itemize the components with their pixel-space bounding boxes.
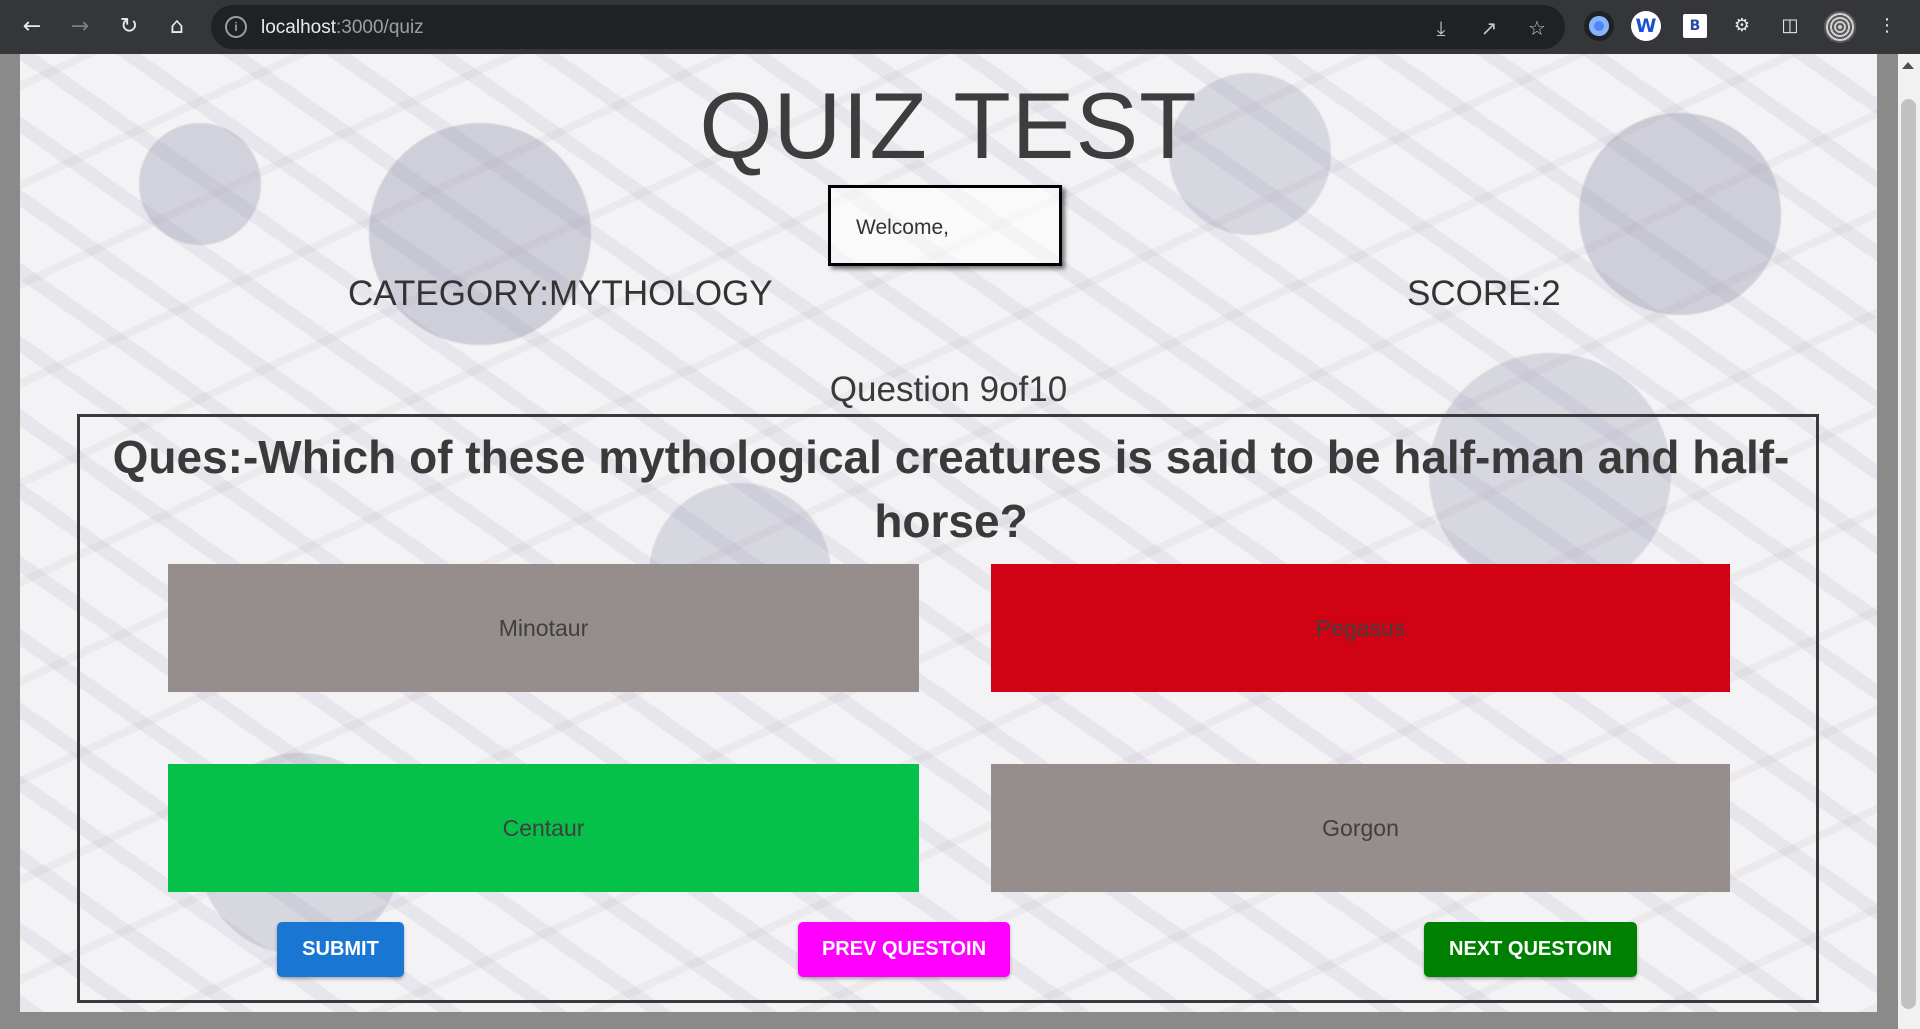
share-icon[interactable]: ↗ bbox=[1476, 15, 1502, 41]
prev-question-button[interactable]: PREV QUESTOIN bbox=[798, 922, 1010, 977]
extensions-puzzle-icon[interactable]: ⚙ bbox=[1727, 11, 1757, 41]
more-menu-icon[interactable]: ⋮ bbox=[1872, 11, 1902, 41]
url-host: localhost bbox=[261, 17, 336, 38]
url-text[interactable]: localhost:3000/quiz bbox=[261, 17, 424, 39]
scroll-up-arrow-icon[interactable] bbox=[1902, 62, 1914, 69]
profile-avatar[interactable] bbox=[1824, 11, 1856, 43]
scrollbar-thumb[interactable] bbox=[1901, 99, 1916, 1009]
welcome-text: Welcome, bbox=[856, 216, 949, 239]
option-centaur[interactable]: Centaur bbox=[168, 764, 919, 892]
quiz-page: QUIZ TEST Welcome, CATEGORY:MYTHOLOGY SC… bbox=[20, 54, 1877, 1012]
score-label: SCORE:2 bbox=[1407, 274, 1561, 313]
install-app-icon[interactable]: ⤓ bbox=[1428, 15, 1454, 41]
address-bar[interactable]: i localhost:3000/quiz ⤓ ↗ ☆ bbox=[211, 5, 1565, 49]
reload-icon[interactable]: ↻ bbox=[112, 10, 146, 44]
extension-b-icon[interactable]: B bbox=[1683, 14, 1707, 38]
home-icon[interactable]: ⌂ bbox=[160, 10, 194, 44]
bookmark-star-icon[interactable]: ☆ bbox=[1524, 15, 1550, 41]
back-arrow-icon[interactable]: ← bbox=[15, 10, 49, 44]
category-label: CATEGORY:MYTHOLOGY bbox=[348, 274, 773, 313]
page-frame: QUIZ TEST Welcome, CATEGORY:MYTHOLOGY SC… bbox=[0, 54, 1920, 1029]
question-counter: Question 9of10 bbox=[829, 370, 1068, 409]
option-pegasus[interactable]: Pegasus bbox=[991, 564, 1730, 692]
welcome-box: Welcome, bbox=[828, 185, 1062, 266]
extension-circle-icon[interactable] bbox=[1584, 11, 1614, 41]
browser-toolbar: ← → ↻ ⌂ i localhost:3000/quiz ⤓ ↗ ☆ W B … bbox=[0, 0, 1920, 54]
forward-arrow-icon[interactable]: → bbox=[63, 10, 97, 44]
question-card: Ques:-Which of these mythological creatu… bbox=[77, 414, 1819, 1003]
page-title: QUIZ TEST bbox=[699, 73, 1198, 178]
side-panel-icon[interactable]: ◫ bbox=[1775, 11, 1805, 41]
submit-button[interactable]: SUBMIT bbox=[277, 922, 404, 977]
next-question-button[interactable]: NEXT QUESTOIN bbox=[1424, 922, 1637, 977]
question-text: Ques:-Which of these mythological creatu… bbox=[112, 431, 1790, 547]
option-gorgon[interactable]: Gorgon bbox=[991, 764, 1730, 892]
extension-w-icon[interactable]: W bbox=[1631, 11, 1661, 41]
site-info-icon[interactable]: i bbox=[225, 16, 247, 38]
option-minotaur[interactable]: Minotaur bbox=[168, 564, 919, 692]
url-path: :3000/quiz bbox=[336, 17, 424, 38]
